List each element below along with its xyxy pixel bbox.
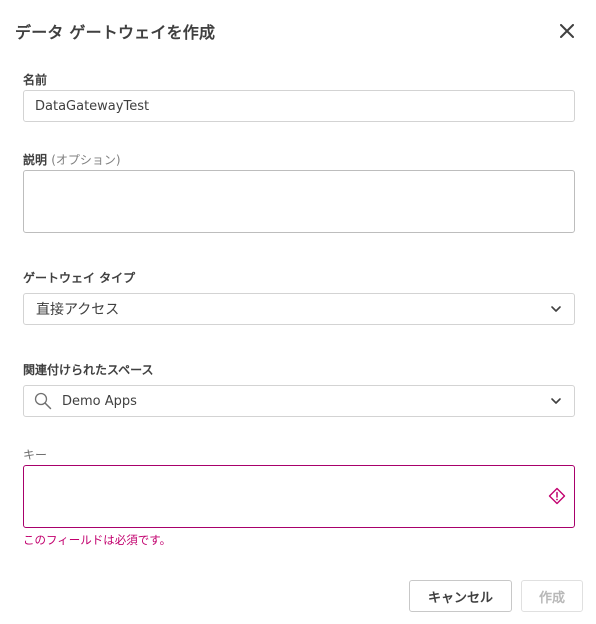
space-select[interactable]: Demo Apps xyxy=(23,385,575,417)
space-label: 関連付けられたスペース xyxy=(23,363,154,377)
close-icon xyxy=(560,24,574,38)
warning-icon xyxy=(548,487,566,505)
name-label: 名前 xyxy=(23,73,48,87)
description-textarea[interactable] xyxy=(23,170,575,233)
key-error-message: このフィールドは必須です。 xyxy=(23,533,172,547)
description-label-text: 説明 xyxy=(23,153,48,167)
gateway-type-value: 直接アクセス xyxy=(36,302,120,318)
optional-hint: (オプション) xyxy=(51,153,121,167)
create-button[interactable]: 作成 xyxy=(521,580,583,612)
name-input[interactable]: DataGatewayTest xyxy=(23,90,575,122)
create-gateway-dialog: データ ゲートウェイを作成 名前 DataGatewayTest 説明 (オプシ… xyxy=(0,0,596,624)
name-input-value: DataGatewayTest xyxy=(35,98,150,114)
key-label: キー xyxy=(23,448,48,462)
key-input[interactable] xyxy=(23,465,575,528)
close-button[interactable] xyxy=(556,20,578,42)
space-select-content: Demo Apps xyxy=(34,392,137,410)
search-icon xyxy=(34,392,52,410)
space-value: Demo Apps xyxy=(62,393,137,409)
dialog-title: データ ゲートウェイを作成 xyxy=(15,23,216,42)
gateway-type-label: ゲートウェイ タイプ xyxy=(23,271,136,285)
cancel-button[interactable]: キャンセル xyxy=(409,580,512,612)
gateway-type-select[interactable]: 直接アクセス xyxy=(23,293,575,325)
chevron-down-icon xyxy=(551,398,561,404)
chevron-down-icon xyxy=(551,306,561,312)
description-label: 説明 (オプション) xyxy=(23,151,121,168)
